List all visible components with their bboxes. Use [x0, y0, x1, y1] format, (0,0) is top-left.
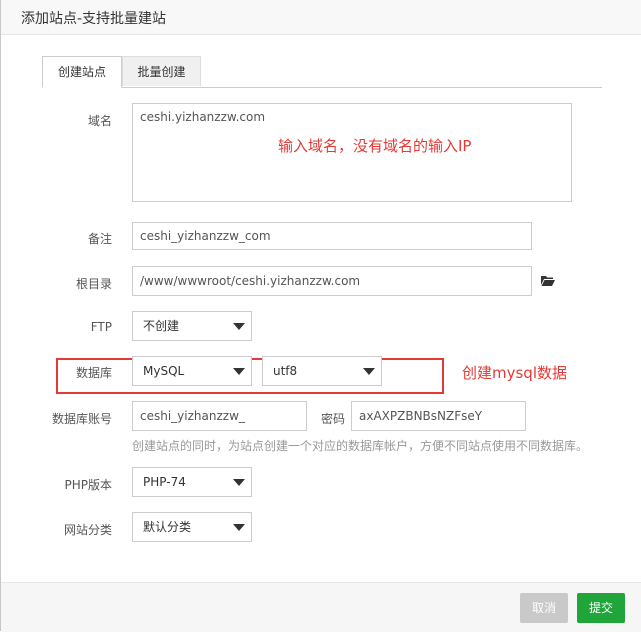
db-account-label: 数据库账号: [51, 412, 112, 426]
remark-label: 备注: [87, 232, 112, 246]
database-type-value: MySQL: [143, 364, 185, 378]
php-version-select[interactable]: PHP-74: [132, 467, 252, 497]
ftp-select[interactable]: 不创建: [132, 311, 252, 341]
tab-batch-create[interactable]: 批量创建: [122, 56, 201, 86]
dialog-titlebar: 添加站点-支持批量建站: [1, 0, 641, 35]
site-category-label: 网站分类: [63, 523, 112, 537]
remark-input[interactable]: ceshi_yizhanzzw_com: [132, 222, 532, 250]
chevron-down-icon: [233, 479, 245, 486]
folder-open-icon[interactable]: [541, 275, 555, 286]
php-version-value: PHP-74: [143, 475, 186, 489]
site-category-select[interactable]: 默认分类: [132, 512, 252, 542]
tab-create-site[interactable]: 创建站点: [42, 56, 122, 88]
chevron-down-icon: [233, 524, 245, 531]
domain-annotation: 输入域名，没有域名的输入IP: [278, 137, 472, 155]
ftp-label: FTP: [90, 320, 112, 334]
chevron-down-icon: [233, 368, 245, 375]
database-annotation: 创建mysql数据: [462, 364, 567, 382]
submit-button[interactable]: 提交: [577, 593, 625, 623]
tab-bar: 创建站点 批量创建: [42, 56, 602, 88]
site-category-value: 默认分类: [143, 520, 192, 534]
charset-value: utf8: [273, 364, 298, 378]
database-type-select[interactable]: MySQL: [132, 356, 252, 386]
db-hint-text: 创建站点的同时，为站点创建一个对应的数据库帐户，方便不同站点使用不同数据库。: [132, 439, 589, 453]
root-dir-label: 根目录: [75, 277, 112, 291]
root-dir-input[interactable]: /www/wwwroot/ceshi.yizhanzzw.com: [132, 266, 532, 296]
ftp-select-value: 不创建: [143, 319, 180, 333]
domain-label: 域名: [87, 114, 112, 128]
dialog-title: 添加站点-支持批量建站: [21, 11, 167, 27]
db-password-input[interactable]: axAXPZBNBsNZFseY: [351, 401, 526, 431]
php-version-label: PHP版本: [64, 478, 113, 492]
chevron-down-icon: [233, 323, 245, 330]
chevron-down-icon: [363, 368, 375, 375]
cancel-button[interactable]: 取消: [520, 593, 568, 623]
database-label: 数据库: [75, 366, 112, 380]
add-site-dialog: 添加站点-支持批量建站 创建站点 批量创建 域名 ceshi.yizhanzzw…: [0, 0, 641, 632]
charset-select[interactable]: utf8: [262, 356, 382, 386]
db-password-label: 密码: [320, 412, 345, 426]
